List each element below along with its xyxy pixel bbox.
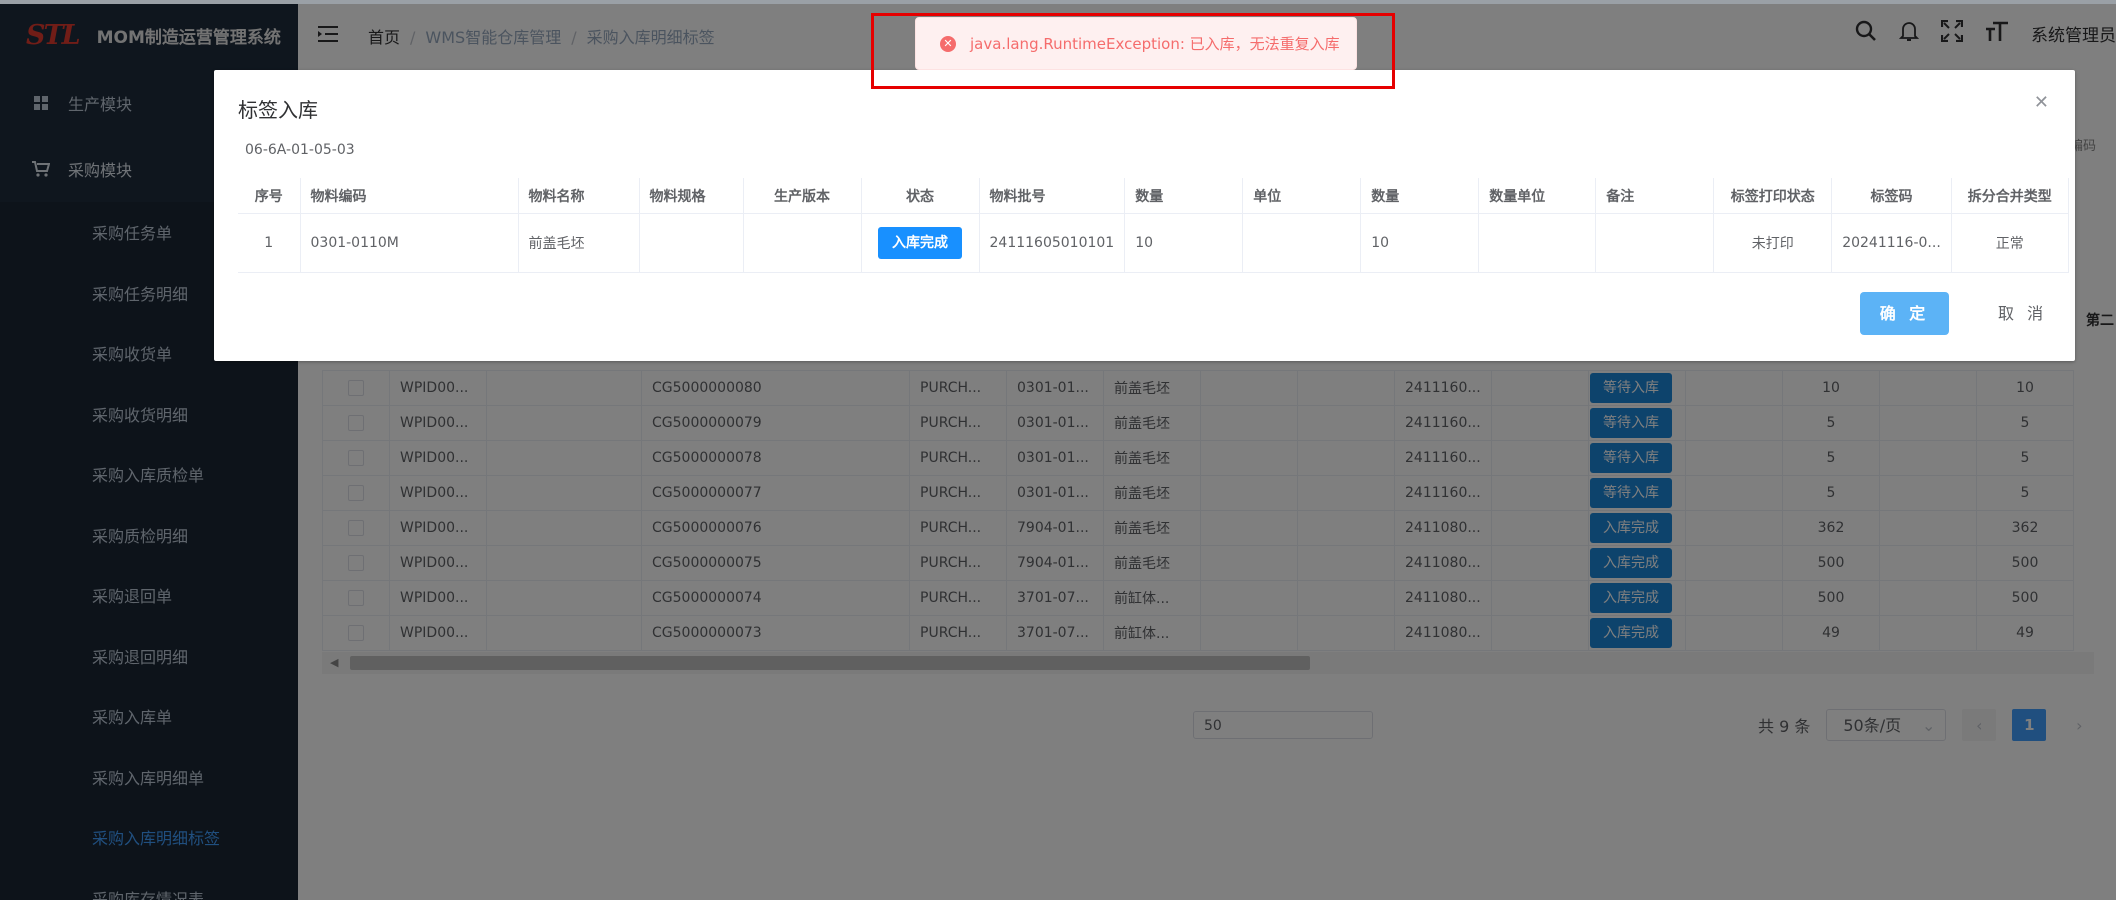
label-stock-in-dialog: 标签入库 ✕ 06-6A-01-05-03 序号 物料编码 物料名称 物料规格 … (214, 70, 2075, 361)
remark-cell (1595, 213, 1715, 273)
col-header-batch: 物料批号 (979, 178, 1126, 214)
window-top-strip (0, 0, 2116, 4)
cancel-button[interactable]: 取 消 (1998, 292, 2047, 335)
col-header-quantity-unit: 数量单位 (1478, 178, 1597, 214)
confirm-button[interactable]: 确 定 (1860, 292, 1949, 335)
col-header-label-code: 标签码 (1831, 178, 1952, 214)
label-code-cell: 20241116-0... (1831, 213, 1952, 273)
quantity-cell: 10 (1124, 213, 1244, 273)
col-header-print-status: 标签打印状态 (1713, 178, 1833, 214)
highlight-box (871, 13, 1395, 89)
col-header-status: 状态 (861, 178, 980, 214)
col-header-production-version: 生产版本 (743, 178, 862, 214)
status-cell: 入库完成 (861, 213, 980, 273)
col-header-material-spec: 物料规格 (639, 178, 744, 214)
col-header-material-code: 物料编码 (300, 178, 519, 214)
print-status-cell: 未打印 (1713, 213, 1833, 273)
close-icon[interactable]: ✕ (2034, 92, 2049, 113)
table-header-row: 序号 物料编码 物料名称 物料规格 生产版本 状态 物料批号 数量 单位 数量 … (238, 178, 2069, 214)
col-header-seq: 序号 (238, 178, 301, 214)
seq-cell: 1 (238, 213, 301, 273)
material-code-cell: 0301-0110M (300, 213, 519, 273)
status-badge: 入库完成 (878, 227, 962, 259)
quantity-unit-cell (1478, 213, 1597, 273)
col-header-split-type: 拆分合并类型 (1951, 178, 2069, 214)
material-spec-cell (639, 213, 744, 273)
table-row[interactable]: 1 0301-0110M 前盖毛坯 入库完成 24111605010101 10… (238, 213, 2069, 273)
split-type-cell: 正常 (1951, 213, 2069, 273)
col-header-material-name: 物料名称 (518, 178, 640, 214)
unit-cell (1242, 213, 1362, 273)
location-code: 06-6A-01-05-03 (245, 142, 355, 158)
material-table: 序号 物料编码 物料名称 物料规格 生产版本 状态 物料批号 数量 单位 数量 … (238, 178, 2069, 273)
material-name-cell: 前盖毛坯 (518, 213, 640, 273)
production-version-cell (743, 213, 862, 273)
col-header-quantity-2: 数量 (1360, 178, 1480, 214)
col-header-unit: 单位 (1242, 178, 1362, 214)
col-header-remark: 备注 (1595, 178, 1715, 214)
quantity-2-cell: 10 (1360, 213, 1480, 273)
dialog-title: 标签入库 (238, 98, 318, 122)
batch-cell: 24111605010101 (979, 213, 1126, 273)
col-header-quantity: 数量 (1124, 178, 1244, 214)
